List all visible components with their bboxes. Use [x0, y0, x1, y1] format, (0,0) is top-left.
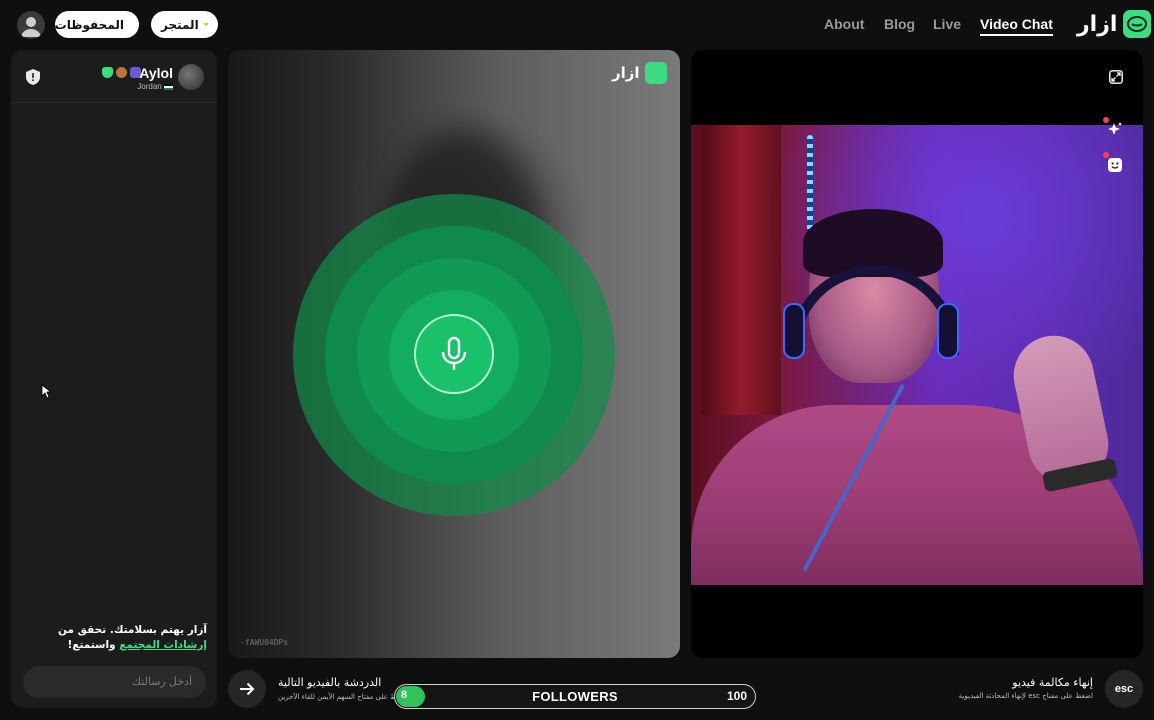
top-bar: المحفوظات المتجر About Blog Live Video C… [0, 0, 1154, 50]
background-curtain [701, 125, 781, 415]
video-watermark: ازار [612, 62, 667, 84]
next-chat-title: الدردشة بالفيديو التالية [278, 676, 382, 689]
store-label: المتجر [161, 17, 199, 32]
end-call-button[interactable]: esc [1105, 670, 1143, 708]
diamond-icon [203, 22, 208, 27]
session-id: -fAWU04DPs [240, 638, 289, 647]
end-call-hint: اضغط على مفتاح esc لإنهاء المحادثة الفيد… [958, 692, 1093, 700]
bottom-bar: الدردشة بالفيديو التالية اضغط على مفتاح … [228, 668, 1143, 712]
mouse-cursor-icon [41, 384, 53, 403]
saved-label: المحفوظات [54, 17, 124, 32]
expand-button[interactable] [1101, 62, 1131, 92]
chat-header: Aylol Jordan [11, 50, 217, 103]
microphone-icon [441, 336, 467, 370]
sticker-button[interactable] [1100, 150, 1130, 180]
remote-video: ازار -fAWU04DPs [228, 50, 680, 658]
azar-logo-icon [1123, 10, 1152, 38]
next-chat-hint: اضغط على مفتاح السهم الأيمن للقاء الآخري… [278, 693, 408, 701]
smile-sticker-icon [1108, 158, 1122, 172]
brand-logo-link[interactable]: ازار [1077, 10, 1152, 38]
nav-blog[interactable]: Blog [884, 16, 915, 32]
headphone-left-cup [783, 303, 805, 359]
verified-shield-icon [102, 67, 113, 78]
followers-label: FOLLOWERS [532, 689, 618, 704]
chat-panel: Aylol Jordan آزار يهتم بسلامتك. تحقق من … [11, 50, 217, 708]
profile-button[interactable] [17, 11, 45, 39]
partner-country-label: Jordan [137, 82, 162, 91]
brand-name: ازار [1077, 11, 1118, 37]
report-button[interactable] [26, 69, 40, 89]
watermark-logo-icon [644, 62, 667, 84]
voice-indicator [414, 314, 494, 394]
esc-label: esc [1114, 683, 1134, 695]
saved-button[interactable]: المحفوظات [55, 11, 139, 38]
community-guidelines-link[interactable]: إرشادات المجتمع [119, 639, 207, 651]
safety-end: واستمتع! [67, 639, 116, 651]
sparkle-icon [1108, 122, 1122, 135]
nav-live[interactable]: Live [933, 16, 961, 32]
user-badges [102, 67, 141, 78]
safety-notice: آزار يهتم بسلامتك. تحقق من إرشادات المجت… [21, 623, 207, 653]
safety-text: آزار يهتم بسلامتك. تحقق من [58, 624, 207, 636]
user-icon [21, 17, 41, 37]
nav-video-chat[interactable]: Video Chat [980, 16, 1053, 36]
followers-progress: 8 FOLLOWERS 100 [394, 684, 756, 709]
followers-goal: 100 [726, 689, 747, 703]
local-video [691, 50, 1143, 658]
monkey-emoji-icon [116, 67, 127, 78]
expand-icon [1109, 70, 1123, 84]
partner-name: Aylol [139, 65, 173, 81]
self-camera-feed [691, 125, 1143, 585]
nav-about[interactable]: About [824, 16, 864, 32]
shield-icon [26, 69, 40, 85]
jordan-flag-icon [164, 83, 173, 90]
effects-button[interactable] [1100, 115, 1130, 145]
headphone-right-cup [937, 303, 959, 359]
partner-avatar[interactable] [178, 64, 204, 90]
watermark-text: ازار [612, 64, 640, 82]
message-input[interactable] [23, 666, 206, 698]
partner-country: Jordan [137, 82, 173, 91]
arrow-right-icon [240, 682, 255, 696]
end-call-title: إنهاء مكالمة فيديو [1012, 676, 1093, 689]
next-chat-button[interactable] [228, 670, 266, 708]
store-button[interactable]: المتجر [151, 11, 218, 38]
